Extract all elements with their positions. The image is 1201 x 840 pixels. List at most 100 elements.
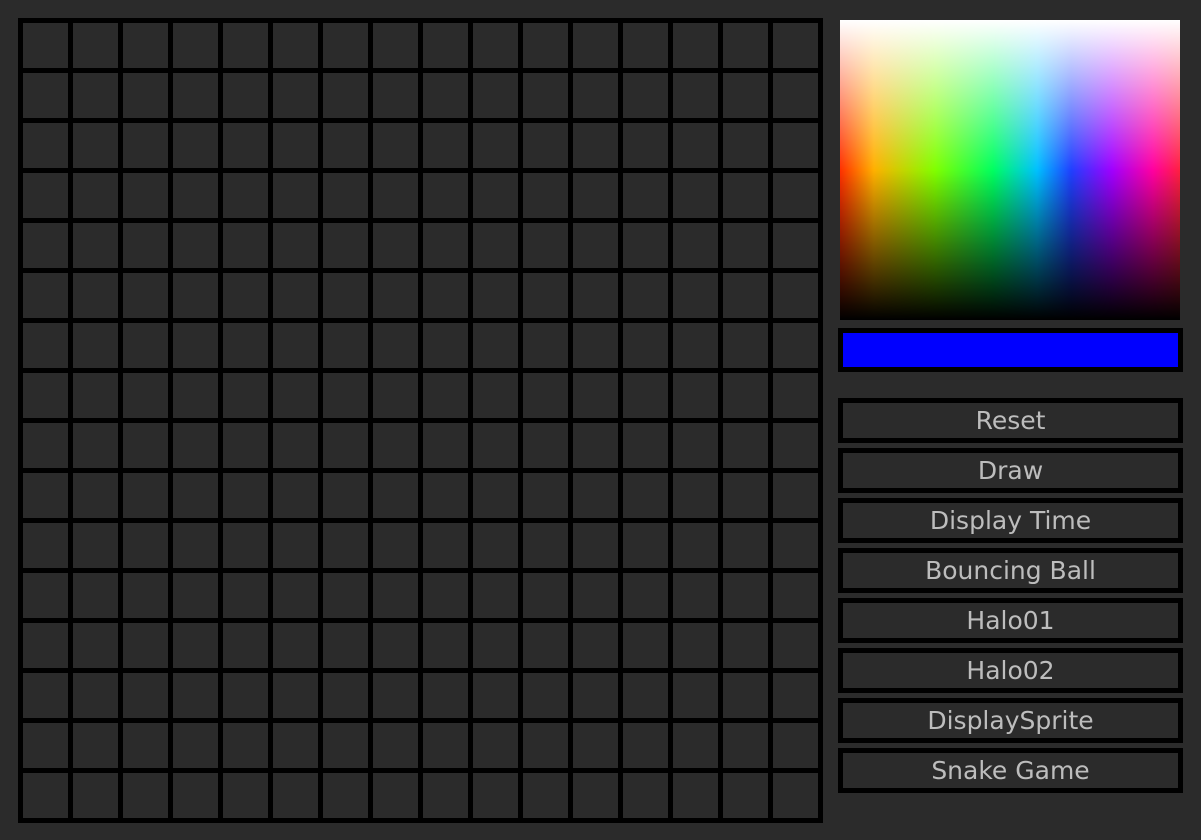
grid-cell[interactable] [123, 423, 168, 468]
color-picker-gradient[interactable] [840, 20, 1180, 320]
grid-cell[interactable] [173, 173, 218, 218]
grid-cell[interactable] [723, 223, 768, 268]
draw-button[interactable]: Draw [838, 448, 1183, 493]
grid-cell[interactable] [73, 723, 118, 768]
grid-cell[interactable] [423, 473, 468, 518]
grid-cell[interactable] [323, 723, 368, 768]
grid-cell[interactable] [423, 723, 468, 768]
grid-cell[interactable] [523, 73, 568, 118]
grid-cell[interactable] [173, 323, 218, 368]
grid-cell[interactable] [273, 773, 318, 818]
grid-cell[interactable] [373, 473, 418, 518]
grid-cell[interactable] [623, 23, 668, 68]
grid-cell[interactable] [23, 573, 68, 618]
grid-cell[interactable] [673, 173, 718, 218]
grid-cell[interactable] [123, 773, 168, 818]
grid-cell[interactable] [523, 373, 568, 418]
grid-cell[interactable] [673, 773, 718, 818]
grid-cell[interactable] [573, 373, 618, 418]
halo02-button[interactable]: Halo02 [838, 648, 1183, 693]
grid-cell[interactable] [223, 773, 268, 818]
grid-cell[interactable] [773, 473, 818, 518]
grid-cell[interactable] [323, 573, 368, 618]
grid-cell[interactable] [423, 373, 468, 418]
grid-cell[interactable] [223, 523, 268, 568]
grid-cell[interactable] [723, 773, 768, 818]
grid-cell[interactable] [223, 73, 268, 118]
grid-cell[interactable] [673, 223, 718, 268]
grid-cell[interactable] [623, 73, 668, 118]
grid-cell[interactable] [523, 273, 568, 318]
grid-cell[interactable] [123, 23, 168, 68]
grid-cell[interactable] [273, 623, 318, 668]
grid-cell[interactable] [273, 673, 318, 718]
grid-cell[interactable] [73, 173, 118, 218]
grid-cell[interactable] [23, 323, 68, 368]
grid-cell[interactable] [173, 573, 218, 618]
grid-cell[interactable] [223, 373, 268, 418]
grid-cell[interactable] [423, 673, 468, 718]
grid-cell[interactable] [473, 723, 518, 768]
grid-cell[interactable] [423, 623, 468, 668]
grid-cell[interactable] [773, 273, 818, 318]
grid-cell[interactable] [573, 573, 618, 618]
grid-cell[interactable] [673, 73, 718, 118]
grid-cell[interactable] [223, 223, 268, 268]
grid-cell[interactable] [773, 423, 818, 468]
grid-cell[interactable] [173, 273, 218, 318]
grid-cell[interactable] [623, 123, 668, 168]
grid-cell[interactable] [423, 773, 468, 818]
grid-cell[interactable] [673, 723, 718, 768]
grid-cell[interactable] [773, 373, 818, 418]
grid-cell[interactable] [473, 123, 518, 168]
grid-cell[interactable] [273, 473, 318, 518]
grid-cell[interactable] [173, 23, 218, 68]
grid-cell[interactable] [373, 173, 418, 218]
grid-cell[interactable] [523, 723, 568, 768]
grid-cell[interactable] [223, 723, 268, 768]
grid-cell[interactable] [123, 623, 168, 668]
grid-cell[interactable] [523, 623, 568, 668]
grid-cell[interactable] [573, 673, 618, 718]
grid-cell[interactable] [223, 573, 268, 618]
grid-cell[interactable] [373, 673, 418, 718]
grid-cell[interactable] [673, 123, 718, 168]
grid-cell[interactable] [123, 523, 168, 568]
grid-cell[interactable] [673, 23, 718, 68]
grid-cell[interactable] [423, 273, 468, 318]
grid-cell[interactable] [423, 523, 468, 568]
grid-cell[interactable] [123, 473, 168, 518]
grid-cell[interactable] [623, 273, 668, 318]
grid-cell[interactable] [723, 423, 768, 468]
grid-cell[interactable] [273, 373, 318, 418]
grid-cell[interactable] [423, 423, 468, 468]
grid-cell[interactable] [623, 223, 668, 268]
grid-cell[interactable] [523, 573, 568, 618]
grid-cell[interactable] [123, 673, 168, 718]
grid-cell[interactable] [23, 173, 68, 218]
grid-cell[interactable] [523, 123, 568, 168]
grid-cell[interactable] [623, 673, 668, 718]
grid-cell[interactable] [73, 223, 118, 268]
grid-cell[interactable] [523, 223, 568, 268]
grid-cell[interactable] [173, 123, 218, 168]
grid-cell[interactable] [23, 523, 68, 568]
grid-cell[interactable] [523, 423, 568, 468]
grid-cell[interactable] [723, 623, 768, 668]
grid-cell[interactable] [23, 473, 68, 518]
grid-cell[interactable] [573, 623, 618, 668]
bouncing-ball-button[interactable]: Bouncing Ball [838, 548, 1183, 593]
grid-cell[interactable] [173, 723, 218, 768]
grid-cell[interactable] [573, 473, 618, 518]
grid-cell[interactable] [23, 373, 68, 418]
grid-cell[interactable] [123, 73, 168, 118]
grid-cell[interactable] [223, 673, 268, 718]
grid-cell[interactable] [623, 623, 668, 668]
grid-cell[interactable] [573, 273, 618, 318]
grid-cell[interactable] [223, 623, 268, 668]
grid-cell[interactable] [23, 23, 68, 68]
grid-cell[interactable] [73, 123, 118, 168]
snake-game-button[interactable]: Snake Game [838, 748, 1183, 793]
grid-cell[interactable] [373, 773, 418, 818]
grid-cell[interactable] [373, 373, 418, 418]
